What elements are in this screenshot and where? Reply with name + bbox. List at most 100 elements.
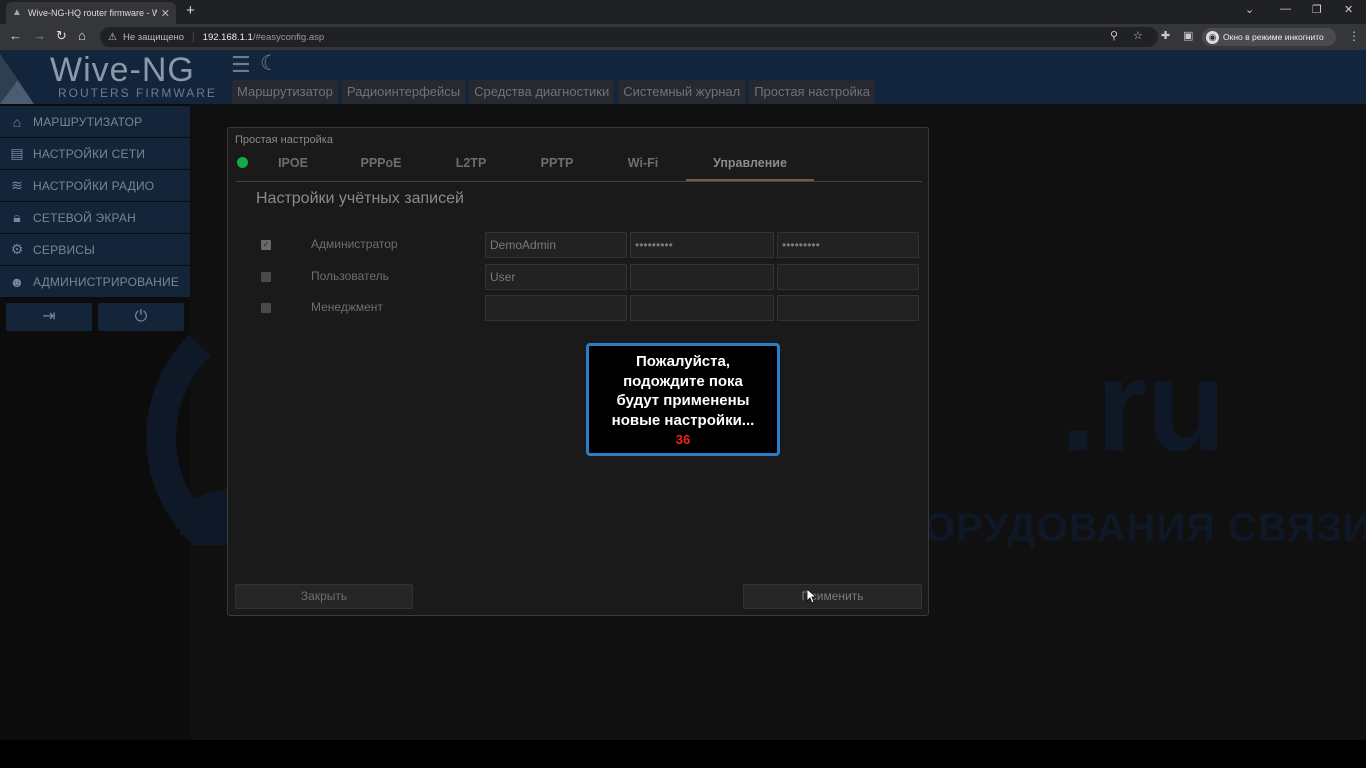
browser-tab-title: Wive-NG-HQ router firmware - W: [28, 8, 157, 18]
url-separator: |: [192, 31, 195, 43]
warning-icon[interactable]: ⚠: [108, 32, 117, 43]
back-icon[interactable]: ←: [9, 29, 22, 43]
browser-address-bar: ← → ↻ ⌂ ⚠ Не защищено | 192.168.1.1 /#ea…: [0, 24, 1366, 50]
password-confirm-input[interactable]: •••••••••: [777, 232, 919, 258]
sidebar-item-label: НАСТРОЙКИ РАДИО: [33, 178, 155, 193]
app-header: Wive-NG ROUTERS FIRMWARE ☰ ☾ Маршрутизат…: [0, 50, 1366, 104]
gear-icon: ⚙: [10, 241, 24, 257]
tab-search-icon[interactable]: ⌄: [1245, 3, 1254, 16]
password-input[interactable]: •••••••••: [630, 232, 774, 258]
account-checkbox[interactable]: ✓: [261, 240, 271, 250]
browser-tab[interactable]: ▲ Wive-NG-HQ router firmware - W ✕: [6, 2, 176, 24]
sidebar-item-label: МАРШРУТИЗАТОР: [33, 114, 143, 129]
account-checkbox[interactable]: [261, 272, 271, 282]
sidebar-item-label: СЕРВИСЫ: [33, 242, 95, 257]
incognito-icon: ◉: [1206, 30, 1219, 44]
firewall-lock-icon: 🔒︎: [13, 209, 21, 225]
tab-ipoe[interactable]: IPOE: [252, 150, 334, 181]
popup-line: новые настройки...: [611, 411, 755, 429]
network-icon: ▤: [10, 145, 24, 161]
sidebar-item-firewall[interactable]: 🔒︎ СЕТЕВОЙ ЭКРАН: [0, 202, 190, 233]
tab-diagnostics[interactable]: Средства диагностики: [469, 80, 615, 104]
home-page-icon[interactable]: ⌂: [78, 29, 86, 43]
forward-icon[interactable]: →: [33, 29, 46, 43]
tab-system-log[interactable]: Системный журнал: [618, 80, 746, 104]
url-host: 192.168.1.1: [202, 31, 253, 43]
url-path: /#easyconfig.asp: [252, 31, 325, 43]
account-name: Пользователь: [311, 269, 389, 283]
tab-management[interactable]: Управление: [686, 150, 814, 181]
sidebar-item-radio[interactable]: ≋ НАСТРОЙКИ РАДИО: [0, 170, 190, 201]
close-window-icon[interactable]: ✕: [1344, 3, 1353, 16]
tab-l2tp[interactable]: L2TP: [430, 150, 512, 181]
mouse-cursor-icon: [807, 589, 817, 604]
url-input[interactable]: ⚠ Не защищено | 192.168.1.1 /#easyconfig…: [100, 27, 1158, 47]
top-nav-tabs: Маршрутизатор Радиоинтерфейсы Средства д…: [232, 80, 875, 104]
logo-title: Wive-NG: [50, 51, 195, 89]
logout-button[interactable]: ⇥: [6, 303, 92, 331]
bookmark-star-icon[interactable]: ☆: [1133, 30, 1143, 42]
popup-line: подождите пока: [623, 372, 743, 390]
account-name: Администратор: [311, 237, 398, 251]
tab-pppoe[interactable]: PPPoE: [340, 150, 422, 181]
browser-menu-icon[interactable]: ⋮: [1348, 29, 1360, 43]
dialog-tabs: IPOE PPPoE L2TP PPTP Wi-Fi Управление: [236, 150, 922, 182]
minimize-icon[interactable]: —: [1280, 3, 1291, 15]
incognito-label: Окно в режиме инкогнито: [1223, 32, 1324, 42]
sidebar-item-services[interactable]: ⚙ СЕРВИСЫ: [0, 234, 190, 265]
sidebar: ⌂ МАРШРУТИЗАТОР ▤ НАСТРОЙКИ СЕТИ ≋ НАСТР…: [0, 104, 190, 740]
sidebar-item-administration[interactable]: ☻ АДМИНИСТРИРОВАНИЕ: [0, 266, 190, 297]
status-indicator-icon: [237, 157, 248, 168]
hamburger-menu-icon[interactable]: ☰: [231, 54, 251, 76]
zoom-icon[interactable]: ⚲: [1110, 30, 1118, 42]
close-tab-icon[interactable]: ✕: [161, 7, 170, 20]
account-name: Менеджмент: [311, 300, 383, 314]
applying-settings-popup: Пожалуйста, подождите пока будут примене…: [586, 343, 780, 456]
login-input[interactable]: User: [485, 264, 627, 290]
tab-radio-interfaces[interactable]: Радиоинтерфейсы: [341, 80, 466, 104]
tab-pptp[interactable]: PPTP: [516, 150, 598, 181]
tab-easy-setup[interactable]: Простая настройка: [749, 80, 875, 104]
power-icon: ⏻: [134, 308, 148, 325]
reload-icon[interactable]: ↻: [56, 29, 67, 43]
wifi-icon: ≋: [11, 177, 23, 193]
apply-button[interactable]: Применить: [743, 584, 922, 609]
password-input[interactable]: [630, 264, 774, 290]
password-confirm-input[interactable]: [777, 295, 919, 321]
logout-icon: ⇥: [42, 308, 56, 325]
easy-setup-dialog: Простая настройка IPOE PPPoE L2TP PPTP W…: [227, 127, 929, 616]
insecure-label: Не защищено: [122, 31, 185, 43]
login-input[interactable]: DemoAdmin: [485, 232, 627, 258]
section-title: Настройки учётных записей: [256, 190, 464, 207]
login-input[interactable]: [485, 295, 627, 321]
logo-subtitle: ROUTERS FIRMWARE: [58, 86, 217, 100]
password-input[interactable]: [630, 295, 774, 321]
favicon-icon: ▲: [12, 7, 22, 18]
new-tab-button[interactable]: +: [186, 3, 195, 19]
account-row: Менеджмент: [228, 295, 928, 321]
close-button[interactable]: Закрыть: [235, 584, 413, 609]
restore-icon[interactable]: ❐: [1312, 3, 1322, 16]
sidepanel-icon[interactable]: ▣: [1183, 30, 1193, 42]
popup-line: будут применены: [616, 392, 750, 409]
password-confirm-input[interactable]: [777, 264, 919, 290]
moon-theme-icon[interactable]: ☾: [260, 53, 279, 75]
account-row: ✓ Администратор DemoAdmin ••••••••• ••••…: [228, 232, 928, 258]
popup-message: Пожалуйста, подождите пока будут примене…: [589, 352, 777, 430]
extensions-icon[interactable]: ✚: [1161, 30, 1170, 42]
users-gear-icon: ☻: [9, 273, 25, 290]
tab-wifi[interactable]: Wi-Fi: [602, 150, 684, 181]
incognito-badge[interactable]: ◉ Окно в режиме инкогнито: [1202, 28, 1336, 46]
dialog-title: Простая настройка: [235, 134, 333, 146]
popup-line: Пожалуйста,: [636, 353, 730, 370]
browser-tab-bar: ▲ Wive-NG-HQ router firmware - W ✕ + ⌄ —…: [0, 0, 1366, 24]
sidebar-item-router[interactable]: ⌂ МАРШРУТИЗАТОР: [0, 106, 190, 137]
sidebar-item-label: АДМИНИСТРИРОВАНИЕ: [33, 274, 180, 289]
reboot-button[interactable]: ⏻: [98, 303, 184, 331]
account-checkbox[interactable]: [261, 303, 271, 313]
bottom-bar: [0, 740, 1366, 768]
sidebar-item-label: СЕТЕВОЙ ЭКРАН: [33, 210, 136, 225]
tab-router[interactable]: Маршрутизатор: [232, 80, 338, 104]
sidebar-item-network[interactable]: ▤ НАСТРОЙКИ СЕТИ: [0, 138, 190, 169]
home-icon: ⌂: [12, 113, 22, 130]
